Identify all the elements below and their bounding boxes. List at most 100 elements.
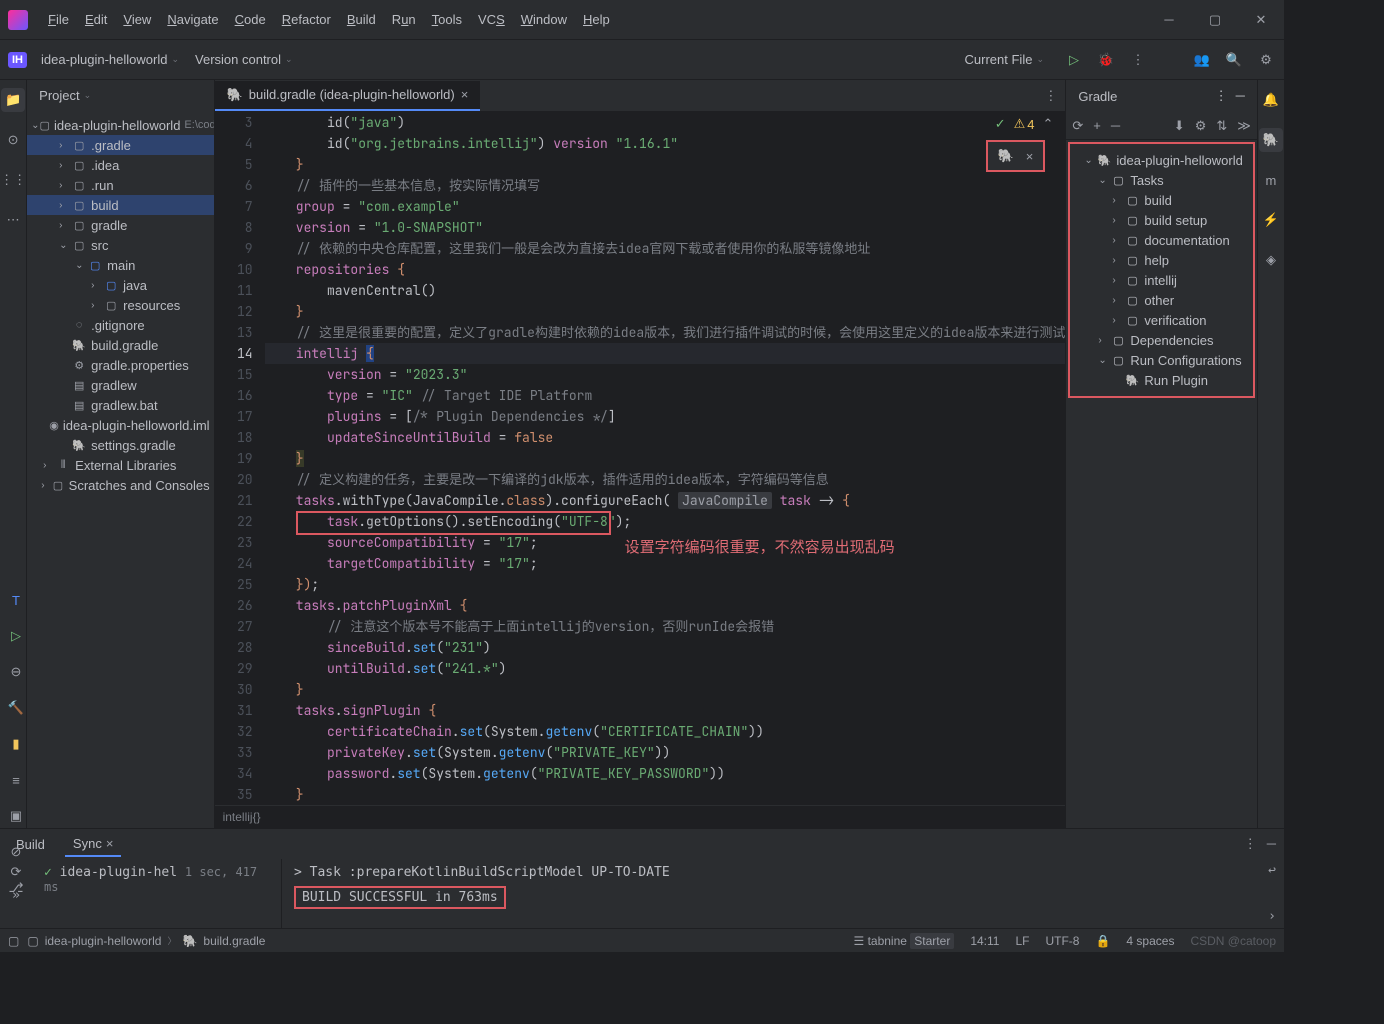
menu-run[interactable]: Run [384,8,424,31]
project-selector[interactable]: idea-plugin-helloworld ⌄ [33,48,187,71]
project-tool-button[interactable]: 📁 [1,88,25,112]
download-icon[interactable]: ⬇ [1174,118,1185,134]
panel-more-icon[interactable]: ⋮ [1244,836,1257,852]
close-tab-icon[interactable]: × [461,87,469,102]
gradle-tree-item[interactable]: ›▢build setup [1076,210,1246,230]
editor-more-icon[interactable]: ⋮ [1044,88,1057,104]
code-editor[interactable]: id("java") id("org.jetbrains.intellij") … [265,112,1066,805]
menu-vcs[interactable]: VCS [470,8,513,31]
tree-item[interactable]: ▤gradlew [27,375,213,395]
tree-item[interactable]: ›▢java [27,275,213,295]
tree-item[interactable]: ›▢build [27,195,213,215]
gradle-tree-item[interactable]: ›▢other [1076,290,1246,310]
build-tool-button[interactable]: 🔨 [4,696,28,720]
tree-item[interactable]: ›▢resources [27,295,213,315]
close-notification-icon[interactable]: × [1026,149,1034,164]
maximize-button[interactable]: ▢ [1200,12,1230,28]
gradle-tree-item[interactable]: 🐘Run Plugin [1076,370,1246,390]
menu-window[interactable]: Window [513,8,575,31]
gradle-elephant-icon[interactable]: 🐘 [998,148,1014,164]
settings-icon[interactable]: ⚙ [1256,50,1276,70]
menu-tools[interactable]: Tools [424,8,470,31]
tabnine-icon[interactable]: T [4,588,28,612]
gradle-tree-item[interactable]: ⌄▢Tasks [1076,170,1246,190]
more-tool-button[interactable]: ⋯ [1,208,25,232]
menu-file[interactable]: File [40,8,77,31]
refresh-icon[interactable]: ⟳ [1072,118,1083,134]
tree-item[interactable]: ◉idea-plugin-helloworld.iml [27,415,213,435]
search-icon[interactable]: 🔍 [1224,50,1244,70]
menu-navigate[interactable]: Navigate [159,8,226,31]
close-button[interactable]: ✕ [1246,12,1276,28]
gradle-tree-item[interactable]: ⌄▢Run Configurations [1076,350,1246,370]
lock-icon[interactable]: 🔒 [1095,934,1110,948]
tree-item[interactable]: ⚙gradle.properties [27,355,213,375]
gradle-tree-item[interactable]: ›▢intellij [1076,270,1246,290]
expand-icon[interactable]: ⇅ [1216,118,1227,134]
run-config-selector[interactable]: Current File ⌄ [957,48,1052,71]
tree-item[interactable]: ›⫴External Libraries [27,455,213,475]
line-separator[interactable]: LF [1015,934,1029,948]
terminal-tool-button[interactable]: ▣ [4,804,28,828]
gradle-tree-item[interactable]: ›▢help [1076,250,1246,270]
no-errors-icon[interactable]: ✓ [995,116,1006,132]
tree-item[interactable]: ›▢.gradle [27,135,213,155]
gradle-tree-item[interactable]: ›▢build [1076,190,1246,210]
ai-assistant-icon[interactable]: ⚡ [1259,208,1283,232]
tree-item[interactable]: ›▢gradle [27,215,213,235]
tree-item[interactable]: 🐘build.gradle [27,335,213,355]
tree-item[interactable]: ▤gradlew.bat [27,395,213,415]
gradle-tree-item[interactable]: ›▢Dependencies [1076,330,1246,350]
breadcrumb-file[interactable]: build.gradle [203,934,265,948]
debug-button[interactable]: 🐞 [1096,50,1116,70]
layers-icon[interactable]: ≡ [4,768,28,792]
problems-tool-button[interactable]: ⊘ [4,840,28,864]
menu-edit[interactable]: Edit [77,8,115,31]
services-tool-button[interactable]: ▮ [4,732,28,756]
menu-refactor[interactable]: Refactor [274,8,339,31]
run-tool-button[interactable]: ▷ [4,624,28,648]
code-with-me-icon[interactable]: 👥 [1192,50,1212,70]
more-actions-button[interactable]: ⋮ [1128,50,1148,70]
tree-item[interactable]: ›▢.run [27,175,213,195]
file-encoding[interactable]: UTF-8 [1045,934,1079,948]
memory-indicator[interactable]: CSDN @catoop [1190,934,1276,948]
panel-hide-icon[interactable]: ─ [1267,836,1276,852]
menu-view[interactable]: View [115,8,159,31]
vcs-selector[interactable]: Version control ⌄ [187,48,301,71]
tool-windows-icon[interactable]: ▢ [8,934,19,948]
gradle-tree-item[interactable]: ⌄🐘idea-plugin-helloworld [1076,150,1246,170]
warnings-indicator[interactable]: ⚠4 [1014,116,1035,132]
database-tool-button[interactable]: ◈ [1259,248,1283,272]
tabnine-status[interactable]: ☰ tabnine Starter [853,934,954,948]
gradle-hide-icon[interactable]: ─ [1236,88,1245,104]
remove-icon[interactable]: ─ [1111,118,1120,133]
gradle-tree-item[interactable]: ›▢verification [1076,310,1246,330]
git-tool-button[interactable]: ⎇ [4,876,28,900]
breadcrumb-project[interactable]: idea-plugin-helloworld [45,934,162,948]
menu-build[interactable]: Build [339,8,384,31]
maven-tool-button[interactable]: m [1259,168,1283,192]
soft-wrap-icon[interactable]: ↩ [1268,863,1276,878]
gradle-more-icon[interactable]: ⋮ [1215,88,1228,104]
python-console-button[interactable]: ⊖ [4,660,28,684]
commit-tool-button[interactable]: ⊙ [1,128,25,152]
sync-tab[interactable]: Sync × [65,832,122,857]
inspection-chevron-icon[interactable]: ⌃ [1042,116,1053,132]
gradle-tree-item[interactable]: ›▢documentation [1076,230,1246,250]
tree-item[interactable]: 🐘settings.gradle [27,435,213,455]
run-button[interactable]: ▷ [1064,50,1084,70]
menu-help[interactable]: Help [575,8,618,31]
caret-position[interactable]: 14:11 [970,934,999,948]
add-icon[interactable]: + [1093,118,1101,133]
chevron-down-icon[interactable]: ⌄ [84,90,92,101]
minimize-button[interactable]: ─ [1154,12,1184,28]
indent-info[interactable]: 4 spaces [1126,934,1174,948]
tree-item[interactable]: ⌄▢idea-plugin-helloworldE:\cod [27,115,213,135]
menu-code[interactable]: Code [227,8,274,31]
tree-item[interactable]: ›▢Scratches and Consoles [27,475,213,495]
notifications-icon[interactable]: 🔔 [1259,88,1283,112]
tree-item[interactable]: ⌄▢main [27,255,213,275]
execute-icon[interactable]: ⚙ [1195,118,1207,134]
tree-item[interactable]: ◌.gitignore [27,315,213,335]
